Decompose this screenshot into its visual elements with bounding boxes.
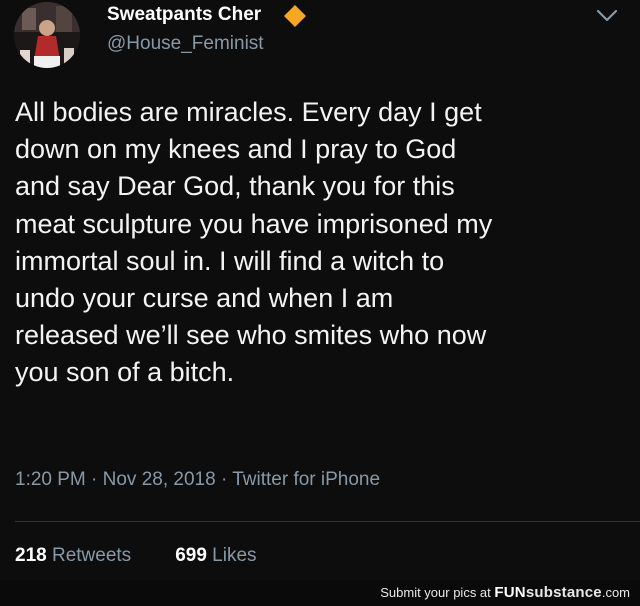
- watermark-text: Submit your pics at FUNsubstance.com: [380, 584, 630, 601]
- user-handle[interactable]: @House_Feminist: [107, 33, 264, 55]
- tweet-text-line: All bodies are miracles. Every day I get: [15, 97, 482, 127]
- tweet-text: All bodies are miracles. Every day I get…: [15, 94, 627, 392]
- verified-badge-icon: [284, 5, 306, 27]
- avatar[interactable]: [14, 2, 80, 68]
- retweets-label: Retweets: [51, 545, 132, 566]
- likes-count: 699: [175, 545, 207, 566]
- tweet-text-line: undo your curse and when I am: [15, 283, 394, 314]
- tweet-text-line: released we’ll see who smites who now: [15, 320, 487, 351]
- tweet-text-line: immortal soul in. I will find a witch to: [15, 245, 445, 276]
- divider: [15, 521, 640, 522]
- tweet-stats: 218 Retweets 699 Likes: [15, 545, 257, 567]
- likes-label: Likes: [212, 545, 257, 566]
- watermark-suffix: .com: [601, 585, 630, 600]
- watermark-footer: Submit your pics at FUNsubstance.com: [0, 580, 640, 606]
- watermark-brand: FUNsubstance: [494, 584, 601, 601]
- display-name[interactable]: Sweatpants Cher: [107, 4, 261, 26]
- watermark-prefix: Submit your pics at: [380, 585, 495, 600]
- watermark-brand-part2: substance: [525, 584, 602, 601]
- tweet-text-line: down on my knees and I pray to God: [15, 134, 457, 165]
- tweet-card: Sweatpants Cher @House_Feminist All bodi…: [0, 0, 640, 580]
- chevron-down-icon[interactable]: [596, 8, 618, 24]
- tweet-timestamp[interactable]: 1:20 PM · Nov 28, 2018 · Twitter for iPh…: [15, 469, 380, 491]
- watermark-brand-part1: FUN: [494, 584, 526, 601]
- retweets-stat[interactable]: 218 Retweets: [15, 545, 131, 566]
- retweets-count: 218: [15, 545, 47, 566]
- tweet-text-line: meat sculpture you have imprisoned my: [15, 208, 493, 239]
- profile-avatar-image: [14, 2, 80, 68]
- likes-stat[interactable]: 699 Likes: [175, 545, 256, 566]
- tweet-text-line: you son of a bitch.: [15, 357, 235, 388]
- tweet-text-line: and say Dear God, thank you for this: [15, 171, 455, 202]
